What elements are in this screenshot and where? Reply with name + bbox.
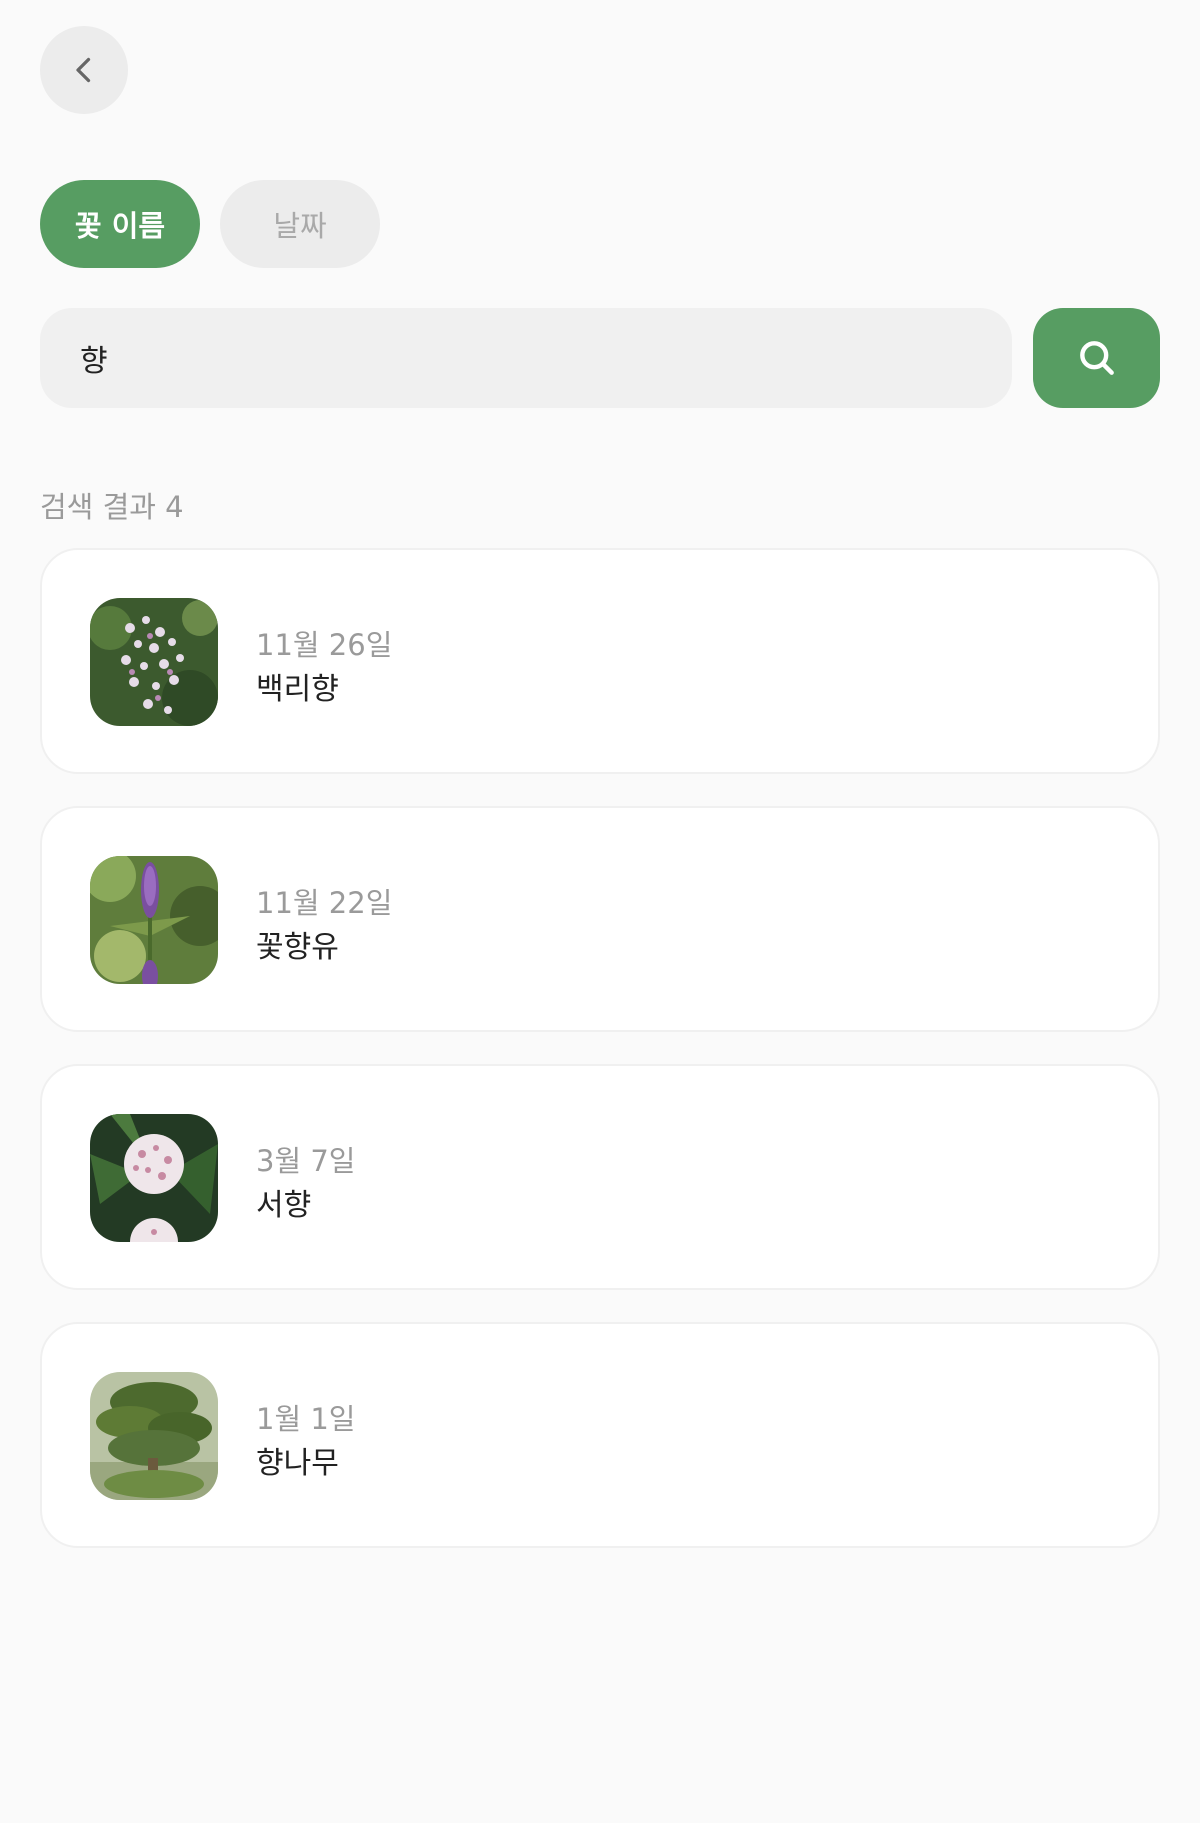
result-name: 서향 <box>256 1188 312 1223</box>
result-list: 11월 26일 백리향 11월 22일 꽃향유 3월 7일 서향 1월 1일 향… <box>40 548 1160 1580</box>
result-name: 꽃향유 <box>256 930 339 965</box>
flower-thumbnail <box>90 1114 218 1242</box>
result-item[interactable]: 1월 1일 향나무 <box>40 1322 1160 1548</box>
search-type-tabs: 꽃 이름 날짜 <box>40 180 380 268</box>
flower-thumbnail <box>90 856 218 984</box>
search-icon <box>1079 341 1114 375</box>
search-input[interactable] <box>40 308 1012 408</box>
result-count: 검색 결과 4 <box>40 490 184 524</box>
flower-thumbnail <box>90 1372 218 1500</box>
result-item[interactable]: 3월 7일 서향 <box>40 1064 1160 1290</box>
tab-flower-name[interactable]: 꽃 이름 <box>40 180 200 268</box>
result-item[interactable]: 11월 22일 꽃향유 <box>40 806 1160 1032</box>
flower-thumbnail <box>90 598 218 726</box>
result-date: 11월 26일 <box>256 628 393 662</box>
search-bar <box>40 308 1160 408</box>
tab-date[interactable]: 날짜 <box>220 180 380 268</box>
result-name: 백리향 <box>256 672 339 707</box>
result-item[interactable]: 11월 26일 백리향 <box>40 548 1160 774</box>
chevron-left-icon <box>76 57 91 83</box>
result-date: 3월 7일 <box>256 1144 356 1178</box>
result-name: 향나무 <box>256 1446 339 1481</box>
back-button[interactable] <box>40 26 128 114</box>
search-button[interactable] <box>1033 308 1160 408</box>
result-date: 1월 1일 <box>256 1402 356 1436</box>
result-date: 11월 22일 <box>256 886 393 920</box>
